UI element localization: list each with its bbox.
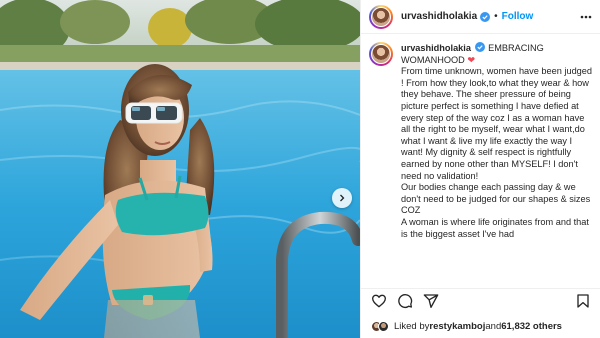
likes-summary: Liked by restykamboj and 61,832 others	[361, 316, 600, 336]
send-icon[interactable]	[423, 293, 439, 309]
verified-badge-icon	[480, 11, 491, 22]
follow-button[interactable]: Follow	[502, 11, 534, 22]
heart-icon[interactable]	[371, 293, 387, 309]
liker-avatar[interactable]	[378, 320, 389, 332]
post-header: urvashidholakia • Follow	[361, 0, 600, 34]
pool-photo-image	[0, 0, 360, 338]
red-heart-emoji: ❤	[467, 54, 476, 65]
post-actions-bar	[361, 288, 600, 312]
bookmark-icon[interactable]	[575, 293, 591, 309]
liker-avatars	[371, 320, 389, 332]
separator-dot: •	[494, 11, 498, 22]
post-photo[interactable]	[0, 0, 360, 338]
post-side-panel: urvashidholakia • Follow urvashidholakia…	[360, 0, 600, 338]
liker-username[interactable]: restykamboj	[429, 321, 485, 332]
caption-username[interactable]: urvashidholakia	[401, 43, 471, 53]
caption-section: urvashidholakia EMBRACING WOMANHOOD ❤ Fr…	[361, 42, 600, 284]
caption-verified-badge-icon	[474, 42, 485, 52]
author-avatar[interactable]	[369, 4, 393, 29]
chevron-right-icon	[340, 194, 345, 202]
caption-text: urvashidholakia EMBRACING WOMANHOOD ❤ Fr…	[401, 42, 593, 284]
caption-body: From time unknown, women have been judge…	[401, 66, 593, 239]
comment-icon[interactable]	[397, 293, 413, 309]
likes-count[interactable]: 61,832 others	[501, 321, 562, 332]
more-options-icon[interactable]	[579, 10, 593, 24]
likes-prefix: Liked by	[394, 320, 430, 332]
likes-conjunction: and	[485, 320, 502, 332]
author-username[interactable]: urvashidholakia	[401, 11, 477, 22]
carousel-next-button[interactable]	[332, 188, 352, 208]
caption-author-avatar[interactable]	[369, 42, 393, 66]
